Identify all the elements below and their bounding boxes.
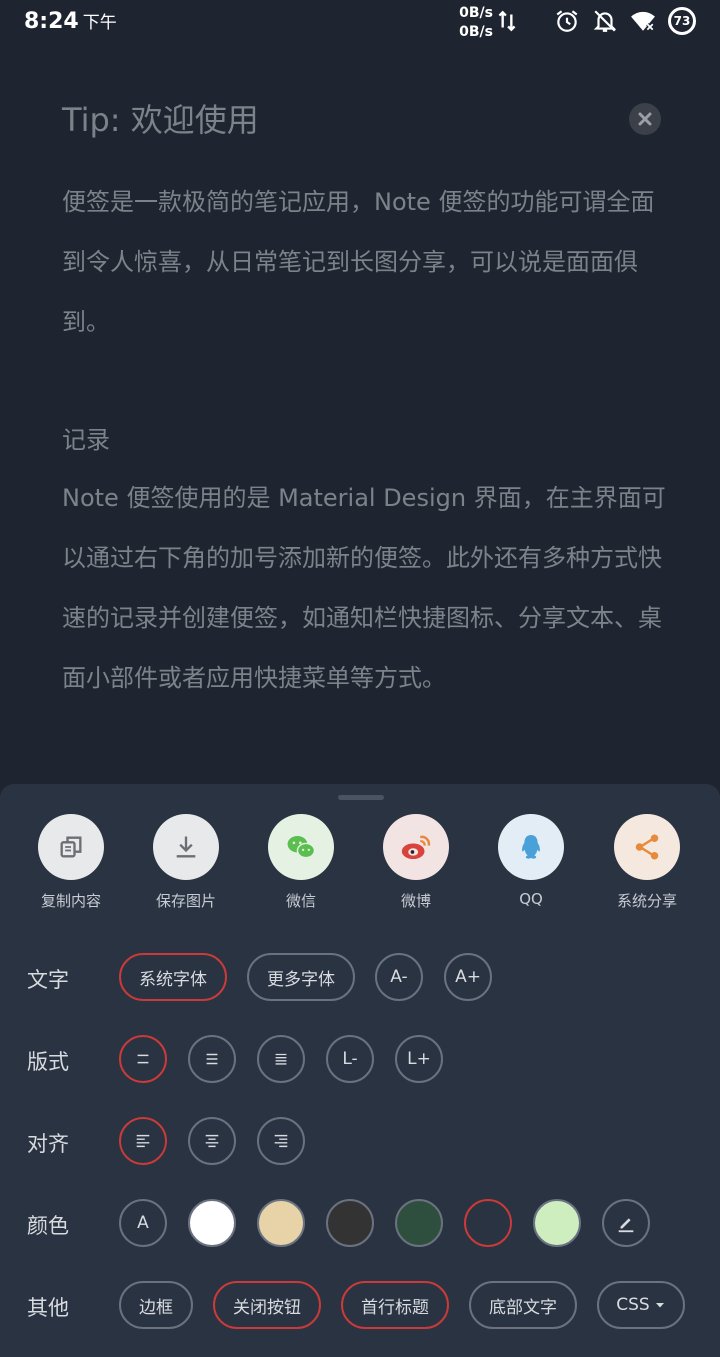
- close-icon: [638, 112, 652, 126]
- status-time: 8:24 下午: [24, 8, 117, 34]
- color-swatch-dark-green[interactable]: [395, 1199, 443, 1247]
- line-spacing-loose-icon: [137, 1054, 149, 1064]
- share-wechat-button[interactable]: 微信: [246, 814, 356, 911]
- line-spacing-tight-button[interactable]: [257, 1035, 305, 1083]
- more-fonts-button[interactable]: 更多字体: [247, 953, 355, 1001]
- line-spacing-medium-button[interactable]: [188, 1035, 236, 1083]
- line-increase-button[interactable]: L+: [395, 1035, 443, 1083]
- notifications-off-icon: [593, 10, 617, 32]
- share-label: QQ: [519, 890, 543, 908]
- share-save-image-button[interactable]: 保存图片: [131, 814, 241, 911]
- note-title: Tip: 欢迎使用: [62, 101, 259, 139]
- line-spacing-medium-icon: [206, 1053, 218, 1065]
- share-bottom-sheet: 复制内容 保存图片 微信 微博 QQ 系统分享 文字 系统字体 更多字体 A- …: [0, 784, 720, 1357]
- line-decrease-button[interactable]: L-: [326, 1035, 374, 1083]
- footer-text-button[interactable]: 底部文字: [469, 1281, 577, 1329]
- wifi-icon: [631, 11, 655, 31]
- status-time-value: 8:24: [24, 9, 79, 34]
- align-right-icon: [274, 1134, 288, 1148]
- status-bar: 8:24 下午 0B/s 0B/s 73: [0, 0, 720, 44]
- layout-row-label: 版式: [27, 1050, 69, 1074]
- color-swatch-navy-selected[interactable]: [464, 1199, 512, 1247]
- share-label: 保存图片: [155, 892, 216, 910]
- first-line-title-toggle[interactable]: 首行标题: [341, 1281, 449, 1329]
- alarm-icon: [556, 10, 578, 32]
- wechat-icon: [268, 814, 334, 880]
- edit-pen-icon: [618, 1218, 634, 1233]
- note-body[interactable]: 便签是一款极简的笔记应用，Note 便签的功能可谓全面到令人惊喜，从日常笔记到长…: [62, 172, 666, 708]
- share-copy-button[interactable]: 复制内容: [16, 814, 126, 911]
- weibo-icon: [383, 814, 449, 880]
- share-label: 微信: [285, 892, 316, 910]
- share-label: 微博: [400, 892, 431, 910]
- css-dropdown-label: CSS: [616, 1295, 650, 1315]
- system-font-button[interactable]: 系统字体: [119, 953, 227, 1001]
- line-spacing-tight-icon: [275, 1053, 287, 1065]
- align-center-button[interactable]: [188, 1117, 236, 1165]
- share-weibo-button[interactable]: 微博: [361, 814, 471, 911]
- share-icon: [614, 814, 680, 880]
- custom-color-button[interactable]: [602, 1199, 650, 1247]
- color-row-label: 颜色: [27, 1214, 69, 1238]
- text-row-label: 文字: [27, 968, 69, 992]
- share-label: 复制内容: [40, 892, 101, 910]
- copy-icon: [38, 814, 104, 880]
- border-button[interactable]: 边框: [119, 1281, 193, 1329]
- font-size-decrease-button[interactable]: A-: [375, 953, 423, 1001]
- note-header: Tip: 欢迎使用: [62, 96, 662, 144]
- other-row-label: 其他: [27, 1296, 69, 1320]
- drag-handle[interactable]: [338, 795, 384, 800]
- network-speed: 0B/s 0B/s: [453, 4, 493, 42]
- status-ampm: 下午: [82, 13, 117, 33]
- share-system-button[interactable]: 系统分享: [592, 814, 702, 911]
- color-auto-button[interactable]: A: [119, 1199, 167, 1247]
- color-swatch-beige[interactable]: [257, 1199, 305, 1247]
- data-transfer-icon: [498, 10, 516, 32]
- align-left-button[interactable]: [119, 1117, 167, 1165]
- download-icon: [153, 814, 219, 880]
- note-paragraph: 便签是一款极简的笔记应用，Note 便签的功能可谓全面到令人惊喜，从日常笔记到长…: [62, 188, 655, 336]
- note-paragraph: Note 便签使用的是 Material Design 界面，在主界面可以通过右…: [62, 484, 666, 692]
- battery-indicator: 73: [668, 7, 696, 35]
- share-qq-button[interactable]: QQ: [476, 814, 586, 908]
- close-button[interactable]: [629, 103, 661, 135]
- align-right-button[interactable]: [257, 1117, 305, 1165]
- css-dropdown-button[interactable]: CSS: [597, 1281, 685, 1329]
- font-size-increase-button[interactable]: A+: [444, 953, 492, 1001]
- upload-speed: 0B/s: [459, 5, 493, 21]
- color-swatch-dark-gray[interactable]: [326, 1199, 374, 1247]
- share-label: 系统分享: [616, 892, 677, 910]
- align-center-icon: [205, 1134, 219, 1148]
- battery-level: 73: [673, 14, 691, 28]
- note-section-heading: 记录: [62, 426, 110, 454]
- align-left-icon: [136, 1134, 150, 1148]
- color-swatch-light-green[interactable]: [533, 1199, 581, 1247]
- close-button-toggle[interactable]: 关闭按钮: [213, 1281, 321, 1329]
- color-swatch-white[interactable]: [188, 1199, 236, 1247]
- chevron-down-icon: [655, 1303, 664, 1308]
- qq-icon: [498, 814, 564, 880]
- download-speed: 0B/s: [459, 24, 493, 40]
- align-row-label: 对齐: [27, 1132, 69, 1156]
- line-spacing-loose-button[interactable]: [119, 1035, 167, 1083]
